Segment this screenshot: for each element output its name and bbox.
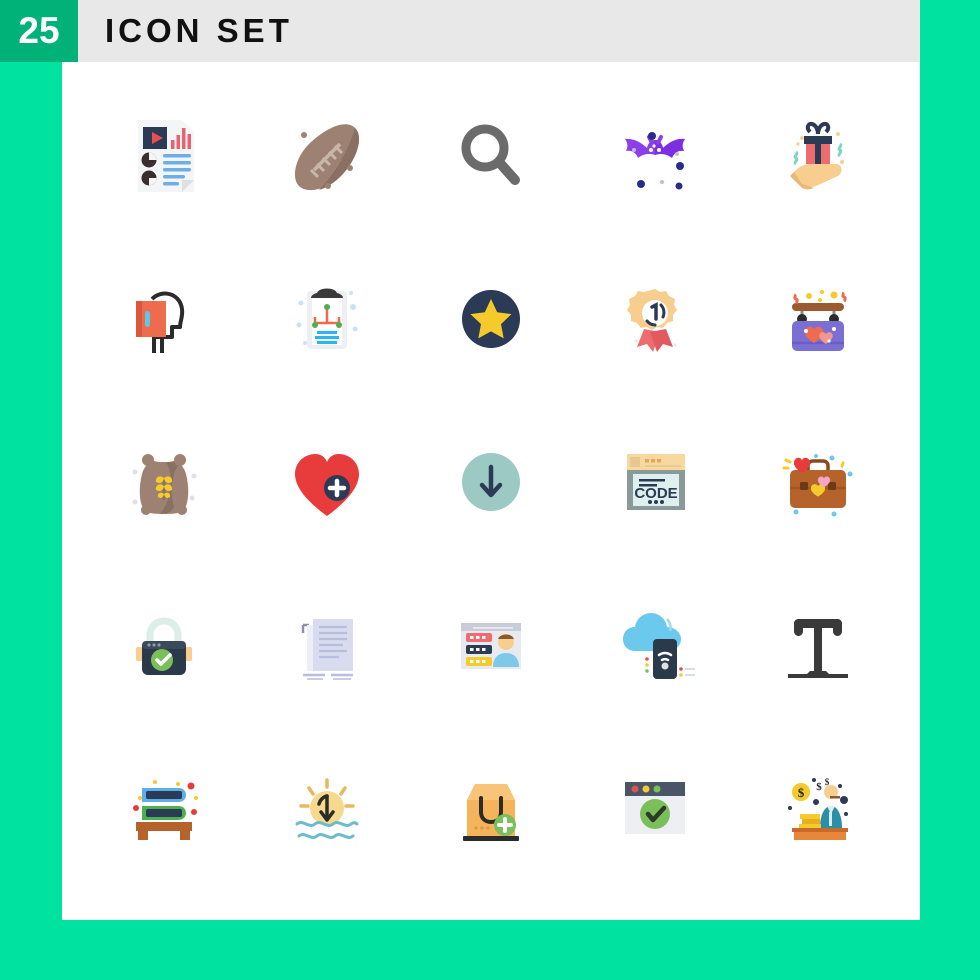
report-document-icon: [137, 119, 194, 192]
page-title: ICON SET: [105, 12, 293, 49]
american-football-icon: [295, 123, 360, 190]
icon-cell-text-tool[interactable]: [736, 564, 900, 727]
icon-cell-secure-lock[interactable]: [82, 564, 246, 727]
sunset-icon: [295, 778, 359, 840]
svg-text:$: $: [798, 785, 805, 800]
gift-in-hand-icon: [790, 121, 845, 189]
add-heart-icon: [295, 453, 360, 516]
knowledge-head-icon: [135, 291, 184, 353]
cloud-mobile-wifi-icon: [622, 613, 695, 680]
icon-cell-cloud-mobile-wifi[interactable]: [573, 564, 737, 727]
secure-lock-icon: [135, 617, 192, 676]
icon-cell-code-window[interactable]: CODE: [573, 400, 737, 563]
icon-cell-knowledge-head[interactable]: [82, 237, 246, 400]
icon-cell-user-profile-page[interactable]: [409, 564, 573, 727]
text-tool-icon: [788, 619, 849, 679]
icon-cell-banker-desk[interactable]: $ $ $: [736, 727, 900, 890]
icon-cell-download-arrow[interactable]: [409, 400, 573, 563]
svg-text:$: $: [816, 781, 822, 793]
icon-cell-bat[interactable]: [573, 74, 737, 237]
icon-cell-sunset[interactable]: [246, 727, 410, 890]
download-arrow-icon: [461, 452, 520, 511]
user-profile-page-icon: [460, 623, 521, 670]
icon-cell-search[interactable]: [409, 74, 573, 237]
icon-cell-first-place-medal[interactable]: [573, 237, 737, 400]
icon-grid: CODE $ $ $: [62, 62, 920, 920]
icon-cell-grain-sack[interactable]: [82, 400, 246, 563]
briefcase-love-icon: [782, 453, 853, 517]
grain-sack-icon: [132, 453, 197, 515]
icon-cell-gift-in-hand[interactable]: [736, 74, 900, 237]
icon-canvas: CODE $ $ $: [62, 62, 920, 920]
icon-cell-report-document[interactable]: [82, 74, 246, 237]
code-window-icon: CODE: [626, 453, 685, 510]
icon-cell-add-heart[interactable]: [246, 400, 410, 563]
icon-cell-approved-window[interactable]: [573, 727, 737, 890]
search-icon: [461, 124, 520, 185]
icon-cell-star-badge[interactable]: [409, 237, 573, 400]
copy-documents-icon: [302, 619, 354, 681]
icon-cell-add-shopping-bag[interactable]: [409, 727, 573, 890]
icon-cell-book-stack[interactable]: [82, 727, 246, 890]
book-stack-icon: [132, 780, 198, 841]
svg-text:CODE: CODE: [634, 485, 677, 502]
icon-set-poster: 25 ICON SET CODE $ $ $: [0, 0, 980, 980]
hanging-heart-sign-icon: [792, 289, 847, 351]
icon-cell-clipboard-chart[interactable]: [246, 237, 410, 400]
icon-cell-briefcase-love[interactable]: [736, 400, 900, 563]
icon-cell-copy-documents[interactable]: [246, 564, 410, 727]
header-bar: 25 ICON SET: [0, 0, 920, 62]
icon-count-badge: 25: [0, 0, 78, 62]
banker-desk-icon: $ $ $: [788, 777, 849, 841]
approved-window-icon: [624, 782, 685, 835]
add-shopping-bag-icon: [462, 784, 519, 842]
clipboard-chart-icon: [296, 288, 358, 349]
star-badge-icon: [461, 289, 520, 348]
icon-cell-hanging-heart-sign[interactable]: [736, 237, 900, 400]
icon-cell-american-football[interactable]: [246, 74, 410, 237]
first-place-medal-icon: [626, 288, 677, 352]
bat-icon: [624, 131, 685, 190]
